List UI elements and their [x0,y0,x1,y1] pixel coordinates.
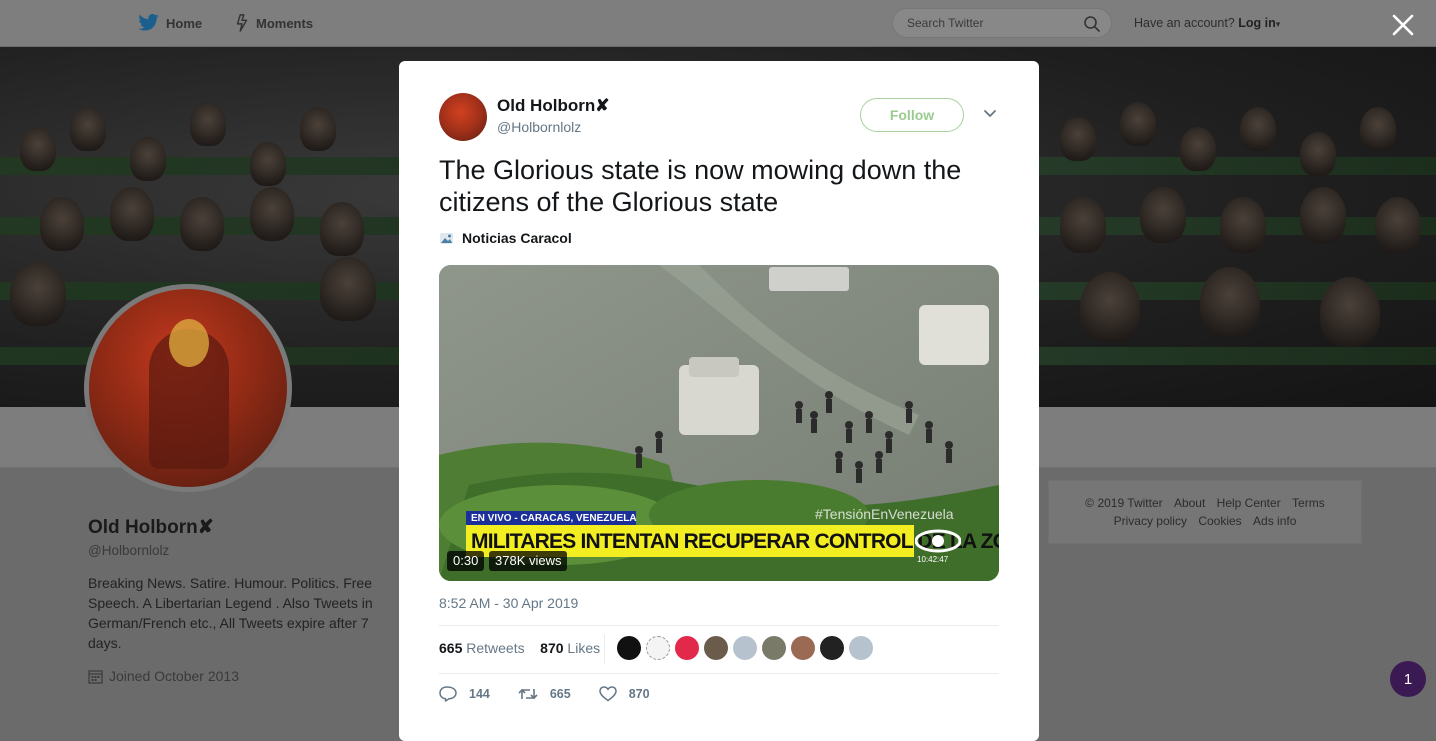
liker-avatar[interactable] [704,636,728,660]
profile-name[interactable]: Old Holborn✘ [88,516,214,539]
retweets-count: 665 [439,640,463,656]
nav-moments[interactable]: Moments [234,0,313,46]
likes-label: Likes [567,640,601,656]
profile-avatar[interactable] [84,284,292,492]
lightning-icon [236,14,248,32]
account-prompt: Have an account? [1134,16,1235,30]
calendar-icon [88,669,103,684]
nav-home-label: Home [166,15,203,31]
heart-icon [598,686,617,702]
video-clock: 10:42:47 [917,555,949,564]
retweet-icon [518,688,538,700]
reply-count: 144 [469,687,490,701]
retweets-label: Retweets [466,640,525,656]
account-area: Have an account? Log in▾ [1134,16,1280,30]
tweet-stats: 665 Retweets 870 Likes [439,640,600,656]
video-views: 378K views [489,551,568,571]
tweet-source-name: Noticias Caracol [462,230,572,246]
footer-link-cookies[interactable]: Cookies [1198,514,1241,528]
like-count: 870 [628,687,650,701]
footer-link-help-center[interactable]: Help Center [1217,496,1281,510]
divider [439,673,999,674]
tweet-video[interactable]: EN VIVO - CARACAS, VENEZUELA MILITARES I… [439,265,999,581]
close-icon[interactable] [1390,12,1416,38]
retweet-count: 665 [549,687,571,701]
footer-copyright: © 2019 Twitter [1085,496,1163,510]
liker-avatar[interactable] [646,636,670,660]
caret-down-icon[interactable]: ▾ [1276,19,1281,29]
profile-bio: Breaking News. Satire. Humour. Politics.… [88,575,373,651]
liker-avatar[interactable] [849,636,873,660]
footer-link-terms[interactable]: Terms [1292,496,1325,510]
reply-icon [439,686,457,702]
tweet-text: The Glorious state is now mowing down th… [439,155,962,217]
stats-divider [604,634,605,664]
likes-stat[interactable]: 870 Likes [540,640,600,656]
liker-avatars [617,636,878,662]
twitter-bird-icon [138,14,159,31]
search-box [892,8,1112,38]
tweet-timestamp[interactable]: 8:52 AM - 30 Apr 2019 [439,595,578,611]
tweet-source[interactable]: Noticias Caracol [439,230,572,246]
reply-action[interactable]: 144 [439,686,490,702]
notification-badge[interactable]: 1 [1390,661,1426,697]
chevron-down-icon[interactable] [983,109,997,119]
footer-link-ads-info[interactable]: Ads info [1253,514,1296,528]
profile-handle[interactable]: @Holbornlolz [88,543,169,558]
search-input[interactable] [905,15,1079,31]
video-duration: 0:30 [447,551,485,571]
channel-logo-icon [914,527,962,555]
like-action[interactable]: 870 [598,686,650,702]
footer-link-privacy[interactable]: Privacy policy [1114,514,1187,528]
liker-avatar[interactable] [820,636,844,660]
tweet-author-handle[interactable]: @Holbornlolz [497,119,581,135]
tweet-modal: Old Holborn✘ @Holbornlolz Follow The Glo… [399,61,1039,741]
footer-link-about[interactable]: About [1174,496,1205,510]
retweets-stat[interactable]: 665 Retweets [439,640,525,656]
search-icon[interactable] [1083,15,1101,33]
likes-count: 870 [540,640,564,656]
liker-avatar[interactable] [791,636,815,660]
login-link[interactable]: Log in [1238,16,1276,30]
divider [439,625,999,626]
top-navigation: Home Moments Have an account? Log in▾ [0,0,1436,47]
profile-joined-text: Joined October 2013 [109,668,239,684]
video-hashtag: #TensiónEnVenezuela [815,506,954,522]
footer-links: © 2019 Twitter About Help Center Terms P… [1048,480,1362,544]
nav-home[interactable]: Home [138,0,202,46]
profile-joined: Joined October 2013 [88,668,239,684]
liker-avatar[interactable] [733,636,757,660]
media-source-icon [440,232,453,244]
retweet-action[interactable]: 665 [518,686,571,702]
follow-button[interactable]: Follow [860,98,964,132]
liker-avatar[interactable] [617,636,641,660]
nav-moments-label: Moments [256,15,314,31]
liker-avatar[interactable] [675,636,699,660]
liker-avatar[interactable] [762,636,786,660]
video-banner-top: EN VIVO - CARACAS, VENEZUELA [471,513,637,524]
tweet-actions: 144 665 870 [439,686,678,702]
tweet-author-name[interactable]: Old Holborn✘ [497,96,609,116]
tweet-author-avatar[interactable] [439,93,487,141]
